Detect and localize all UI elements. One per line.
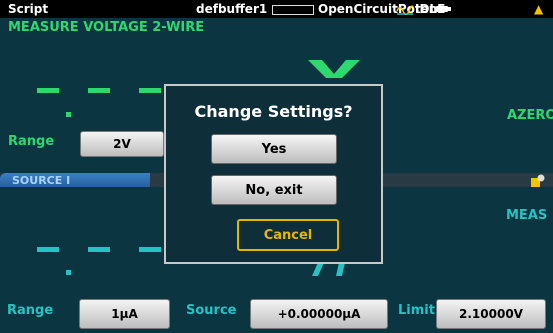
measure-range-button[interactable]: 2V <box>80 131 164 157</box>
reading-dash <box>88 247 110 252</box>
meas-label[interactable]: MEAS <box>506 208 547 223</box>
measure-range-label: Range <box>8 134 55 149</box>
status-bar: Script defbuffer1 OpenCircuitPoten IDLE … <box>0 0 553 18</box>
reading-dash <box>37 88 59 93</box>
measure-title[interactable]: MEASURE VOLTAGE 2-WIRE <box>8 20 204 35</box>
script-label[interactable]: Script <box>8 2 48 16</box>
source-value-label: Source <box>186 303 237 318</box>
no-exit-button[interactable]: No, exit <box>211 175 337 205</box>
yes-button[interactable]: Yes <box>211 134 337 164</box>
reading-dash <box>37 247 59 252</box>
settings-icon[interactable] <box>531 173 545 187</box>
source-range-button[interactable]: 1µA <box>79 299 170 329</box>
battery-icon <box>436 6 451 12</box>
reading-dash <box>139 88 161 93</box>
wave-icon <box>396 5 414 15</box>
cancel-button[interactable]: Cancel <box>237 219 339 251</box>
buffer-gauge <box>272 5 314 15</box>
source-tab[interactable]: SOURCE I <box>0 173 150 188</box>
decimal-dot <box>66 112 71 117</box>
warning-icon[interactable]: ▲ <box>534 2 543 16</box>
limit-label: Limit <box>398 303 435 318</box>
source-value-button[interactable]: +0.00000µA <box>250 299 388 329</box>
azero-label[interactable]: AZERO <box>507 108 553 123</box>
reading-dash <box>139 247 161 252</box>
unit-v-glyph <box>308 60 360 78</box>
limit-button[interactable]: 2.10000V <box>436 299 546 329</box>
reading-dash <box>88 88 110 93</box>
decimal-dot <box>66 270 71 275</box>
buffer-label[interactable]: defbuffer1 <box>196 2 267 16</box>
source-range-label: Range <box>7 303 54 318</box>
dialog-title: Change Settings? <box>194 102 353 121</box>
change-settings-dialog: Change Settings? Yes No, exit Cancel <box>164 84 383 264</box>
